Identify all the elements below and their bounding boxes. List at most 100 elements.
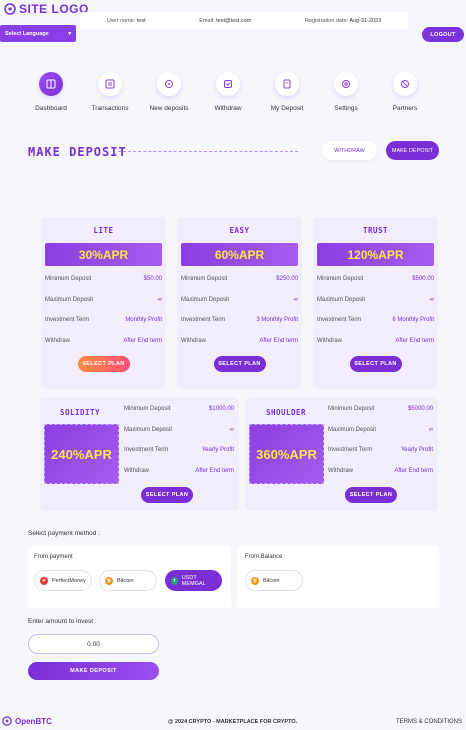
row-value: 6 Monthly Profit [392,317,434,324]
plan-term-row: Investment Term 6 Monthly Profit [317,310,434,331]
username-info: User name: test [107,18,146,24]
select-plan-button[interactable]: SELECT PLAN [77,356,130,372]
plan-max-row: Maximum Deposit ∞ [124,420,234,441]
partners-icon [393,72,417,96]
plan-withdraw-row: Withdraw After End term [45,331,162,352]
nav-settings[interactable]: Settings [316,72,376,112]
plan-apr: 360%APR [249,424,324,484]
plan-card-easy: EASY 60%APR Minimum Deposit $250.00 Maxim… [177,217,302,389]
plan-withdraw-row: Withdraw After End term [328,461,433,482]
chevron-down-icon: ▾ [68,30,71,37]
nav-dashboard[interactable]: Dashboard [21,72,81,112]
row-value: ∞ [429,296,434,303]
row-value: Yearly Profit [400,447,433,454]
usdt-option[interactable]: T USDT MEMGAL [165,570,222,591]
row-label: Investment Term [328,447,373,454]
row-label: Maximum Deposit [124,426,173,433]
bitcoin-icon: ₿ [251,576,259,585]
balance-bitcoin-option[interactable]: ₿ Bitcoin [245,570,303,591]
nav-label: My Deposit [270,105,304,112]
row-label: Investment Term [317,317,362,324]
nav-label: Settings [334,105,358,112]
nav-label: Withdraw [214,105,242,112]
row-value: After End term [394,467,433,474]
user-info-bar: User name: test Email: test@test.com Reg… [80,12,408,29]
bitcoin-icon: ₿ [105,576,113,585]
nav-my-deposit[interactable]: My Deposit [257,72,317,112]
usdt-icon: T [171,576,178,585]
select-plan-button[interactable]: SELECT PLAN [141,487,193,503]
select-plan-button[interactable]: SELECT PLAN [345,487,397,503]
from-balance-label: From Balance [245,554,283,560]
settings-icon [334,72,358,96]
row-label: Minimum Deposit [124,406,171,413]
nav-transactions[interactable]: Transactions [80,72,140,112]
make-deposit-submit-button[interactable]: MAKE DEPOSIT [28,662,159,680]
row-value: ∞ [428,426,433,433]
terms-link[interactable]: TERMS & CONDITIONS [396,719,462,725]
language-select[interactable]: Select Language ▾ [0,25,76,42]
method-label: Bitcoin [263,577,280,584]
page-title: MAKE DEPOSIT [28,145,127,159]
plan-min-row: Minimum Deposit $500.00 [317,269,434,290]
row-value: $500.00 [412,276,434,283]
method-label: Bitcoin [117,577,134,584]
plan-min-row: Minimum Deposit $250.00 [181,269,298,290]
plan-withdraw-row: Withdraw After End term [317,331,434,352]
row-value: ∞ [293,296,298,303]
plan-term-row: Investment Term Yearly Profit [124,440,234,461]
row-value: 3 Monthly Profit [256,317,298,324]
method-label: USDT MEMGAL [181,574,206,587]
logo-icon [2,716,12,726]
from-payment-panel: From payment P PerfectMoney ₿ Bitcoin T … [28,546,231,608]
row-value: $5000.00 [407,406,433,413]
username-value: test [136,17,146,24]
plan-name: SHOULDER [265,408,307,417]
row-label: Minimum Deposit [328,406,375,413]
plan-card-solidity: SOLIDITY 240%APR Minimum Deposit $1000.00… [40,398,239,511]
plan-card-shoulder: SHOULDER 360%APR Minimum Deposit $5000.00… [245,398,438,511]
new-deposit-icon [157,72,181,96]
row-label: Withdraw [317,337,343,344]
select-plan-button[interactable]: SELECT PLAN [213,356,266,372]
row-value: ∞ [157,296,162,303]
bitcoin-option[interactable]: ₿ Bitcoin [99,570,157,591]
row-value: After End term [259,337,298,344]
payment-method-label: Select payment method : [28,530,100,537]
regdate-info: Registration date: Aug-31-2023 [305,18,381,24]
plan-withdraw-row: Withdraw After End term [181,331,298,352]
logout-button[interactable]: LOGOUT [422,27,464,42]
plan-term-row: Investment Term Monthly Profit [45,310,162,331]
footer-copyright: @ 2024 CRYPTO - MARKETPLACE FOR CRYPTO. [168,719,298,725]
nav-withdraw[interactable]: Withdraw [198,72,258,112]
amount-input[interactable]: 0.00 [28,634,159,654]
nav-new-deposits[interactable]: New deposits [139,72,199,112]
nav-label: Dashboard [35,105,67,112]
plan-name: TRUST [362,226,389,235]
withdraw-button[interactable]: WITHDRAW [322,141,377,160]
row-label: Investment Term [181,317,226,324]
from-balance-panel: From Balance ₿ Bitcoin [237,546,438,608]
plan-name: EASY [229,226,250,235]
logo-icon [4,3,16,15]
transactions-icon [98,72,122,96]
make-deposit-tab-button[interactable]: MAKE DEPOSIT [386,141,439,160]
select-plan-button[interactable]: SELECT PLAN [349,356,402,372]
plan-apr: 120%APR [317,243,434,266]
nav-partners[interactable]: Partners [375,72,435,112]
plan-apr: 240%APR [44,424,119,484]
regdate-label: Registration date: [304,17,349,24]
plan-min-row: Minimum Deposit $5000.00 [328,399,433,420]
row-value: Monthly Profit [125,317,162,324]
plan-term-row: Investment Term 3 Monthly Profit [181,310,298,331]
site-logo[interactable]: SITE LOGO [4,2,89,16]
footer-logo[interactable]: OpenBTC [2,716,52,726]
row-label: Investment Term [45,317,90,324]
perfectmoney-option[interactable]: P PerfectMoney [34,570,92,591]
plan-apr: 30%APR [45,243,162,266]
row-label: Maximum Deposit [317,296,366,303]
row-label: Maximum Deposit [328,426,377,433]
plan-max-row: Maximum Deposit ∞ [328,420,433,441]
nav-label: Transactions [91,105,129,112]
plan-card-lite: LITE 30%APR Minimum Deposit $50.00 Maximu… [41,217,166,389]
